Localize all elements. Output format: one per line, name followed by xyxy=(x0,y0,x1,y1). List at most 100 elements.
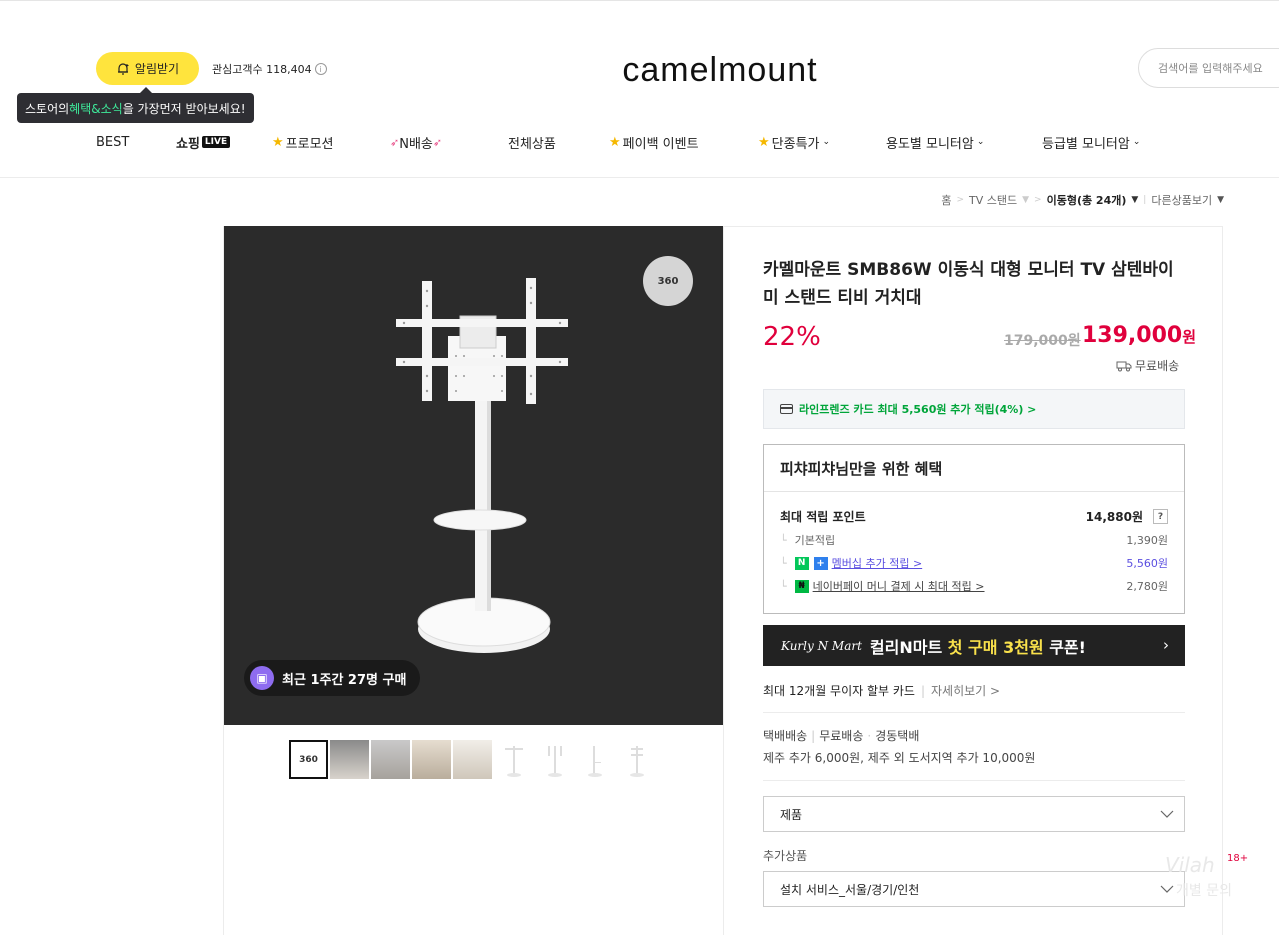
nav-n-delivery-label: N배송 xyxy=(399,136,433,152)
npay-link[interactable]: 네이버페이 머니 결제 시 최대 적립 > xyxy=(813,578,985,594)
thumbnail-image[interactable] xyxy=(453,740,492,779)
kurly-text-highlight: 첫 구매 3천원 xyxy=(947,637,1044,657)
nav-promotion[interactable]: ★ 프로모션 xyxy=(272,130,334,154)
breadcrumb-separator: > xyxy=(1034,195,1042,205)
breadcrumb-category[interactable]: TV 스탠드 xyxy=(969,192,1017,208)
breadcrumb-home[interactable]: 홈 xyxy=(941,192,951,208)
nav-best-label: BEST xyxy=(96,134,130,150)
thumbnail-image[interactable] xyxy=(617,740,656,779)
help-icon[interactable]: ? xyxy=(1153,509,1168,524)
recent-purchase-text: 최근 1주간 27명 구매 xyxy=(282,672,407,688)
basic-point-value: 1,390원 xyxy=(1126,534,1168,547)
section-divider xyxy=(763,712,1185,713)
breadcrumb-current[interactable]: 이동형(총 24개) xyxy=(1047,192,1127,208)
bell-plus-icon xyxy=(117,62,129,75)
card-benefit-text: 라인프렌즈 카드 최대 5,560원 추가 적립(4%) > xyxy=(799,403,1037,416)
interest-label: 관심고객수 118,404 xyxy=(212,63,312,76)
interest-count: 관심고객수 118,404 i xyxy=(212,61,327,77)
frame-border xyxy=(723,226,724,935)
thumbnail-image[interactable] xyxy=(412,740,451,779)
nav-special-deal-label: 단종특가 xyxy=(771,136,820,152)
card-benefit-banner[interactable]: 라인프렌즈 카드 최대 5,560원 추가 적립(4%) > xyxy=(763,389,1185,429)
shopping-bag-icon: ▣ xyxy=(250,666,274,690)
store-logo[interactable]: camelmount xyxy=(560,44,880,94)
addon-label: 추가상품 xyxy=(763,849,808,863)
installment-label: 최대 12개월 무이자 할부 카드 xyxy=(763,684,915,698)
discount-rate: 22% xyxy=(763,322,821,352)
installment-more-link[interactable]: 자세히보기 > xyxy=(931,682,1000,699)
info-icon[interactable]: i xyxy=(314,63,327,75)
breadcrumb-separator: > xyxy=(956,195,964,205)
thumbnail-image[interactable] xyxy=(371,740,410,779)
basic-point-row: └ 기본적립 1,390원 xyxy=(780,532,1168,548)
tree-branch-icon: └ xyxy=(780,556,787,570)
product-option-select[interactable]: 제품 xyxy=(763,796,1185,832)
rotate-360-icon[interactable]: 360 xyxy=(643,256,693,306)
membership-link[interactable]: 멤버십 추가 적립 > xyxy=(832,555,923,571)
kurly-banner[interactable]: Kurly N Mart 컬리N마트 첫 구매 3천원 쿠폰! › xyxy=(763,625,1185,666)
star-icon: ★ xyxy=(609,134,621,150)
stand-thumb-icon xyxy=(587,745,602,777)
thumbnail-360[interactable]: 360 xyxy=(289,740,328,779)
naver-n-icon: N xyxy=(794,556,809,570)
divider: | xyxy=(920,683,926,698)
truck-icon xyxy=(1116,361,1132,371)
stand-thumb-icon xyxy=(547,745,562,777)
nav-by-grade-label: 등급별 모니터암 xyxy=(1042,136,1130,152)
installment-info: 최대 12개월 무이자 할부 카드 | 자세히보기 > xyxy=(763,682,1000,699)
original-price: 179,000원 xyxy=(1004,333,1081,349)
delivery-carrier: 경동택배 xyxy=(875,729,920,743)
chevron-down-icon xyxy=(1160,810,1174,818)
max-point-value: 14,880원 xyxy=(1085,510,1143,524)
nav-by-use[interactable]: 용도별 모니터암 ⌄ xyxy=(886,130,984,154)
tooltip-text-pre: 스토어의 xyxy=(25,101,70,116)
chevron-down-icon: ⌄ xyxy=(1132,137,1141,147)
tv-stand-illustration xyxy=(396,278,568,653)
thumbnail-image[interactable] xyxy=(535,740,574,779)
search-input[interactable]: 검색어를 입력해주세요 xyxy=(1138,48,1279,88)
frame-border xyxy=(1222,226,1223,935)
thumbnail-image[interactable] xyxy=(576,740,615,779)
category-nav: BEST 쇼핑 LIVE ★ 프로모션 ➶ N배송 ➶ 전체상품 ★ 페이백 이… xyxy=(0,130,1279,154)
delivery-fee: 무료배송 xyxy=(819,729,864,743)
kurly-text: 컬리N마트 첫 구매 3천원 쿠폰! xyxy=(870,634,1086,658)
nav-n-delivery[interactable]: ➶ N배송 ➶ xyxy=(390,130,442,154)
badge-360-label: 360 xyxy=(657,275,679,287)
nav-shopping-label: 쇼핑 xyxy=(176,136,200,152)
recent-purchase-badge: ▣ 최근 1주간 27명 구매 xyxy=(244,660,421,696)
nav-best[interactable]: BEST xyxy=(96,130,129,154)
max-point-label: 최대 적립 포인트 xyxy=(780,510,866,524)
chevron-down-icon: ⌄ xyxy=(976,137,985,147)
nav-all-products[interactable]: 전체상품 xyxy=(508,130,556,154)
plus-icon: + xyxy=(813,556,828,570)
tooltip-highlight: 혜택&소식 xyxy=(69,101,123,116)
product-title: 카멜마운트 SMB86W 이동식 대형 모니터 TV 삼텐바이미 스탠드 티비 … xyxy=(763,260,1174,308)
chevron-down-icon xyxy=(1160,885,1174,893)
benefit-box: 피챠피챠님만을 위한 혜택 최대 적립 포인트 14,880원 ? └ 기본적립 … xyxy=(763,444,1185,614)
product-main-image[interactable] xyxy=(224,226,723,725)
thumbnail-image[interactable] xyxy=(330,740,369,779)
nav-promotion-label: 프로모션 xyxy=(285,136,334,152)
nav-by-grade[interactable]: 등급별 모니터암 ⌄ xyxy=(1042,130,1140,154)
thumb-360-label: 360 xyxy=(299,754,318,765)
nav-payback-event[interactable]: ★ 페이백 이벤트 xyxy=(609,130,699,154)
nav-shopping-live[interactable]: 쇼핑 LIVE xyxy=(176,130,231,154)
breadcrumb-divider: | xyxy=(1143,195,1147,205)
stand-thumb-icon xyxy=(629,745,644,777)
header-divider xyxy=(0,177,1279,178)
top-border xyxy=(0,0,1279,1)
stand-thumb-icon xyxy=(504,745,523,777)
breadcrumb: 홈 > TV 스탠드 ▼ > 이동형(총 24개) ▼ | 다른상품보기 ▼ xyxy=(941,192,1224,208)
svg-text:camelmount: camelmount xyxy=(622,51,817,89)
alarm-button[interactable]: 알림받기 xyxy=(96,52,199,85)
live-badge: LIVE xyxy=(201,136,231,148)
caret-down-icon: ▼ xyxy=(1022,195,1030,205)
sale-price-number: 139,000 xyxy=(1082,323,1183,348)
membership-point-value: 5,560원 xyxy=(1126,557,1168,570)
rocket-icon: ➶ xyxy=(390,135,400,149)
nav-payback-label: 페이백 이벤트 xyxy=(622,136,699,152)
breadcrumb-other[interactable]: 다른상품보기 xyxy=(1151,192,1212,208)
thumbnail-image[interactable] xyxy=(494,740,533,779)
nav-special-deal[interactable]: ★ 단종특가 ⌄ xyxy=(758,130,830,154)
addon-option-select[interactable]: 설치 서비스_서울/경기/인천 xyxy=(763,871,1185,907)
